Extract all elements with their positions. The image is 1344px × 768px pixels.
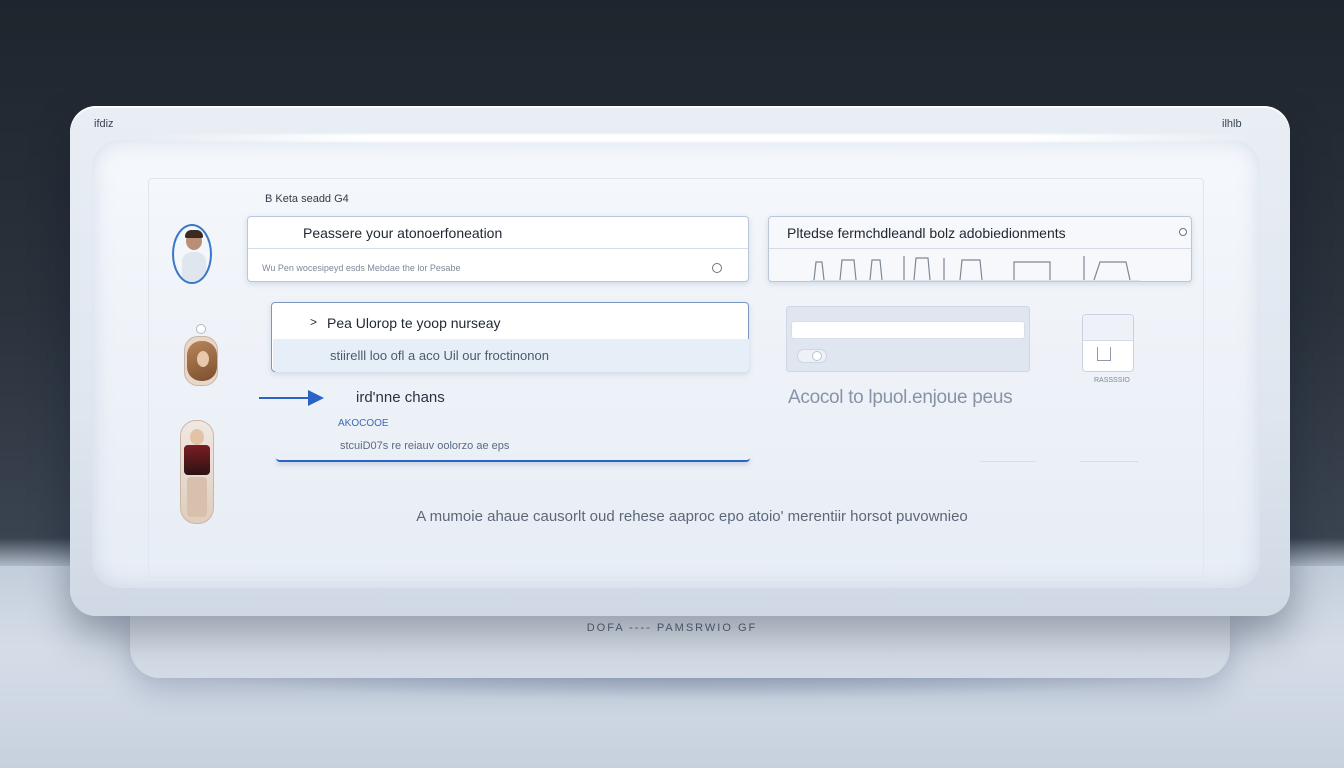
section-code: AKOCOOE	[338, 418, 389, 429]
avatar-face	[197, 351, 209, 367]
brand-label-right: ilhlb	[1222, 118, 1242, 130]
user-avatar-1[interactable]	[172, 224, 212, 284]
toggle-switch[interactable]	[797, 349, 827, 363]
document-glyph	[1097, 347, 1111, 361]
selected-card[interactable]: > Pea Ulorop te yoop nurseay stiirelll l…	[271, 302, 749, 372]
active-tab-underline[interactable]	[276, 456, 750, 462]
selected-card-title: Pea Ulorop te yoop nurseay	[327, 315, 501, 331]
ghost-card	[980, 440, 1036, 462]
card-divider	[248, 248, 748, 249]
screen-glow	[140, 134, 1260, 142]
settings-widget[interactable]	[786, 306, 1030, 372]
status-dot	[196, 324, 206, 334]
radio-icon[interactable]	[712, 263, 722, 273]
info-card[interactable]: Peassere your atonoerfoneation Wu Pen wo…	[247, 216, 749, 282]
right-heading: Acocol to lpuol.enjoue peus	[788, 387, 1013, 408]
document-caption: RASSSSIO	[1094, 377, 1130, 384]
card-divider	[769, 248, 1191, 249]
brand-label-left: ifdiz	[94, 118, 114, 130]
breadcrumb: B Keta seadd G4	[265, 193, 349, 205]
section-description: stcuiD07s re reiauv oolorzo ae eps	[340, 440, 510, 452]
device-base-label: DOFA ---- PAMSRWIO GF	[586, 622, 758, 634]
footer-caption-text: A mumoie ahaue causorlt oud rehese aapro…	[416, 508, 968, 525]
avatar-head	[190, 429, 204, 445]
document-icon[interactable]	[1082, 314, 1134, 372]
avatar-body	[182, 252, 206, 282]
options-card-title: Pltedse fermchdleandl bolz adobiedionmen…	[787, 225, 1066, 241]
ghost-card	[1080, 440, 1138, 462]
info-card-subtitle: Wu Pen wocesipeyd esds Mebdae the lor Pe…	[262, 263, 461, 273]
arrow-right-icon	[259, 397, 311, 399]
toggle-knob	[812, 351, 822, 361]
info-card-title: Peassere your atonoerfoneation	[303, 225, 503, 241]
chevron-right-icon: >	[310, 315, 318, 329]
document-header	[1083, 315, 1133, 341]
widget-input-field[interactable]	[791, 321, 1025, 339]
avatar-hair	[185, 230, 203, 238]
user-avatar-2[interactable]	[184, 336, 218, 386]
selected-card-subtitle: stiirelll loo ofl a aco Uil our froctino…	[330, 348, 549, 363]
arrow-head	[308, 390, 324, 406]
section-label: ird'nne chans	[356, 389, 445, 406]
avatar-shirt	[184, 445, 210, 475]
bar-graph-icon	[810, 256, 1140, 282]
footer-caption: A mumoie ahaue causorlt oud rehese aapro…	[0, 508, 1344, 525]
radio-icon[interactable]	[1179, 228, 1187, 236]
